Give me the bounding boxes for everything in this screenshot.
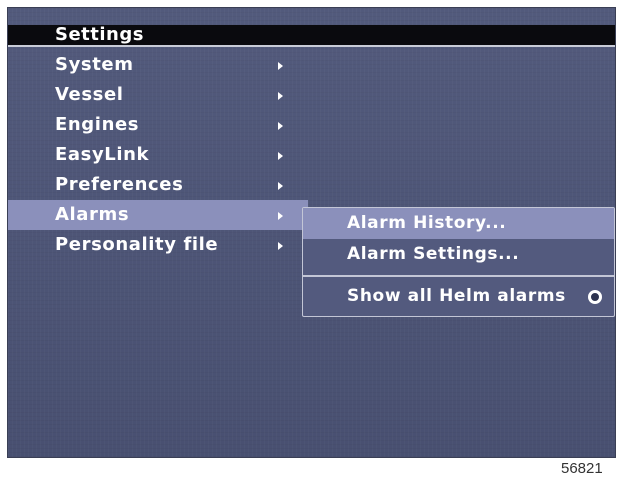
title-bar: Settings [8, 25, 615, 47]
radio-button-icon[interactable] [588, 290, 602, 304]
submenu-item-label: Alarm Settings... [347, 244, 520, 264]
menu-item-label: Vessel [55, 84, 124, 105]
menu-item-personality-file[interactable]: Personality file [8, 230, 308, 260]
alarms-submenu: Alarm History... Alarm Settings... Show … [302, 207, 615, 317]
chevron-right-icon [278, 242, 283, 250]
menu-item-label: System [55, 54, 134, 75]
menu-item-label: Engines [55, 114, 140, 135]
menu-item-preferences[interactable]: Preferences [8, 170, 308, 200]
chevron-right-icon [278, 212, 283, 220]
menu-item-engines[interactable]: Engines [8, 110, 308, 140]
submenu-item-alarm-history[interactable]: Alarm History... [303, 208, 614, 239]
settings-menu: System Vessel Engines EasyLink Preferenc… [8, 50, 308, 260]
figure-number: 56821 [561, 460, 603, 477]
toggle-label: Show all Helm alarms [347, 286, 566, 306]
menu-item-label: Preferences [55, 174, 184, 195]
menu-item-easylink[interactable]: EasyLink [8, 140, 308, 170]
menu-item-system[interactable]: System [8, 50, 308, 80]
chevron-right-icon [278, 62, 283, 70]
chevron-right-icon [278, 92, 283, 100]
chevron-right-icon [278, 152, 283, 160]
device-screen: Settings System Vessel Engines EasyLink … [7, 7, 616, 458]
menu-item-vessel[interactable]: Vessel [8, 80, 308, 110]
menu-item-alarms[interactable]: Alarms [8, 200, 308, 230]
submenu-item-alarm-settings[interactable]: Alarm Settings... [303, 239, 614, 270]
chevron-right-icon [278, 122, 283, 130]
menu-item-label: Personality file [55, 234, 219, 255]
page-title: Settings [55, 24, 144, 45]
menu-item-label: Alarms [55, 204, 130, 225]
chevron-right-icon [278, 182, 283, 190]
menu-item-label: EasyLink [55, 144, 150, 165]
submenu-divider [303, 275, 614, 277]
submenu-item-label: Alarm History... [347, 213, 507, 233]
show-all-helm-alarms-toggle[interactable]: Show all Helm alarms [303, 281, 614, 312]
